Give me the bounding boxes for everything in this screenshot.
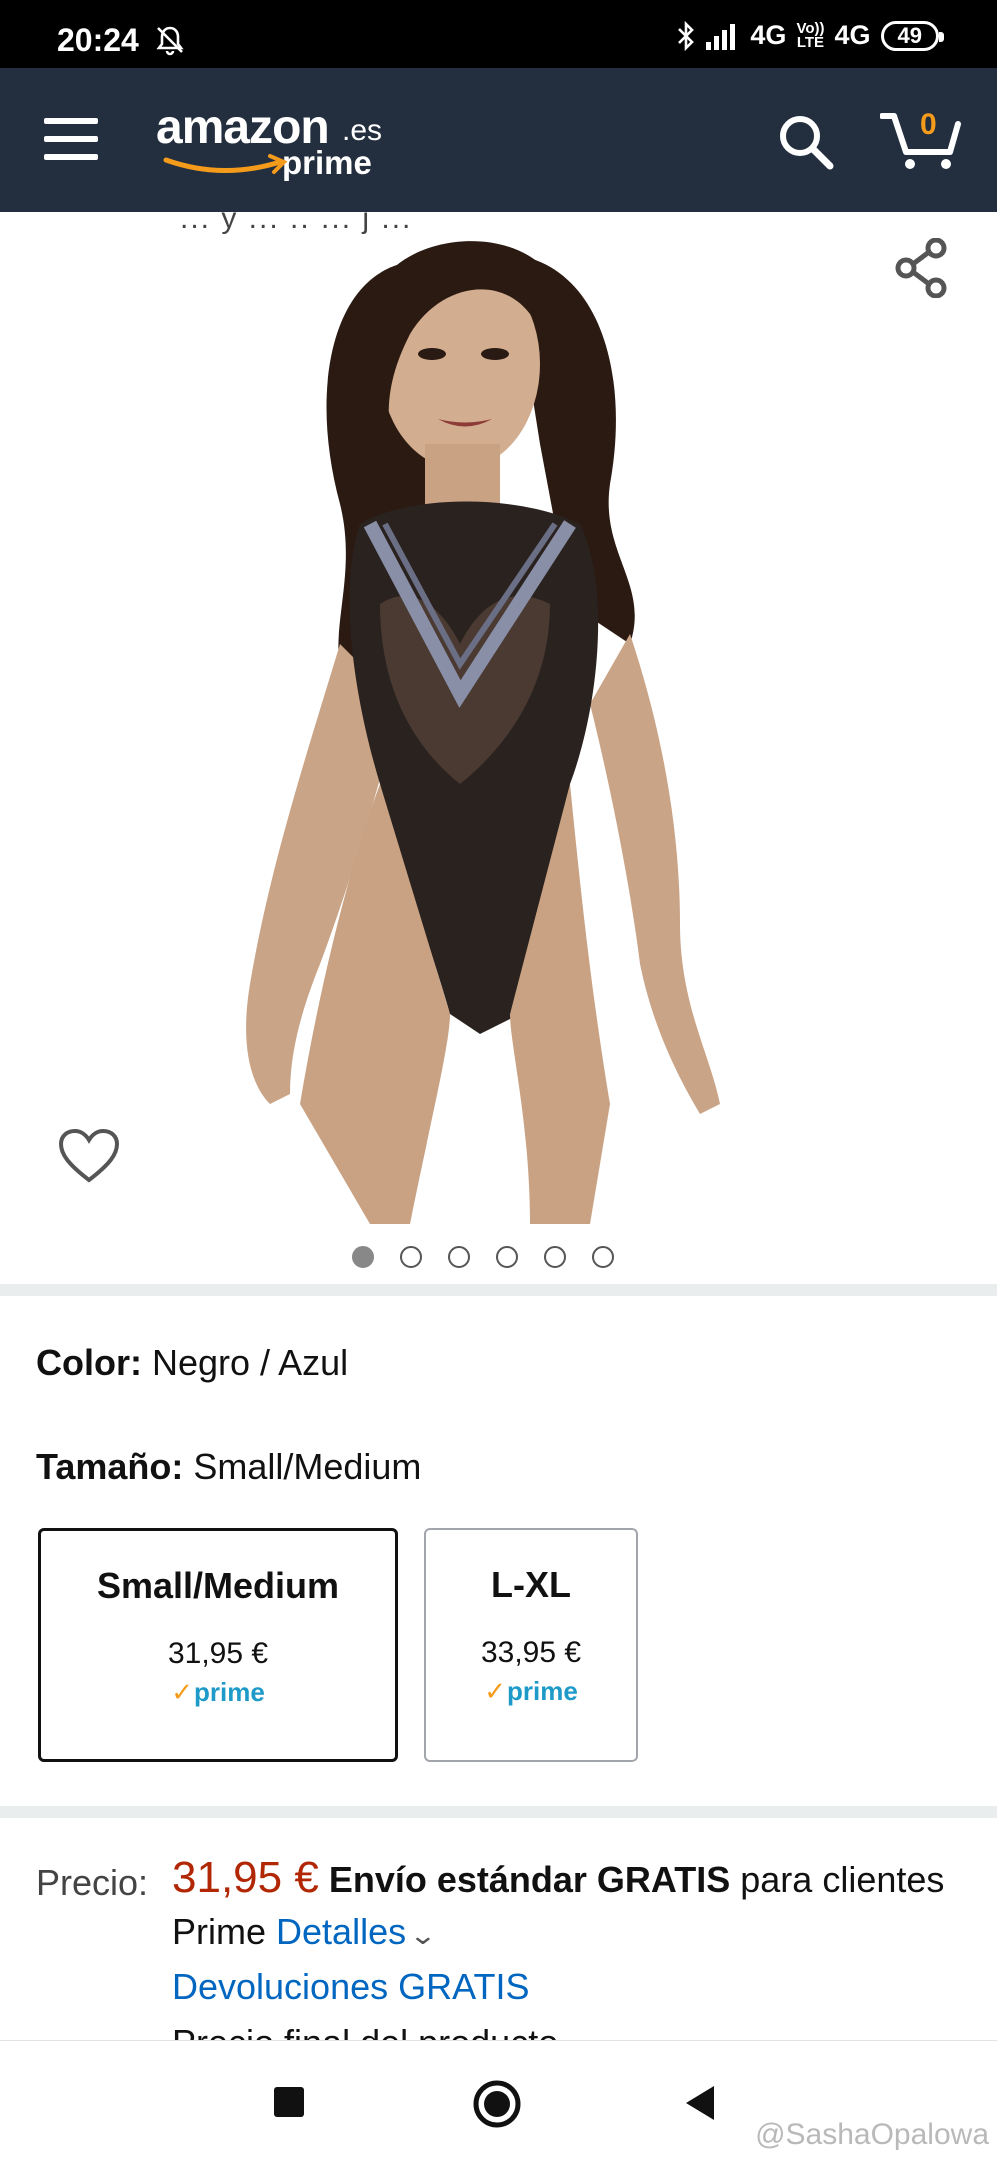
section-divider bbox=[0, 1284, 997, 1296]
color-label: Color: bbox=[36, 1342, 142, 1383]
size-option-small-medium[interactable]: Small/Medium 31,95 € ✓prime bbox=[38, 1528, 398, 1762]
size-option-l-xl[interactable]: L-XL 33,95 € ✓prime bbox=[424, 1528, 638, 1762]
status-bar: 20:24 4G Vo)) LTE 4G 49 bbox=[0, 0, 997, 68]
price-details: 31,95 € Envío estándar GRATIS para clien… bbox=[172, 1852, 972, 2013]
size-option-name: L-XL bbox=[491, 1564, 571, 1605]
price-value: 31,95 € bbox=[172, 1853, 319, 1902]
signal-icon bbox=[706, 23, 736, 50]
pagination-dot-active[interactable] bbox=[351, 1246, 374, 1268]
volte-indicator: Vo)) LTE bbox=[796, 19, 825, 51]
recent-apps-button[interactable] bbox=[274, 2087, 304, 2117]
prime-check-icon: ✓ bbox=[171, 1677, 193, 1707]
amazon-smile-icon bbox=[163, 154, 288, 174]
pagination-dot[interactable] bbox=[447, 1246, 470, 1268]
watermark-text: @SashaOpalowa bbox=[755, 2118, 989, 2151]
price-label: Precio: bbox=[36, 1862, 149, 1903]
size-option-price: 31,95 € bbox=[167, 1637, 269, 1670]
pagination-dot[interactable] bbox=[543, 1246, 566, 1268]
network-type-2: 4G bbox=[834, 20, 871, 50]
cart-count-badge: 0 bbox=[920, 108, 937, 141]
prime-check-icon: ✓ bbox=[484, 1676, 506, 1706]
chevron-down-icon[interactable]: ⌄ bbox=[409, 1909, 437, 1961]
status-time: 20:24 bbox=[57, 22, 139, 58]
color-value: Negro / Azul bbox=[152, 1342, 349, 1383]
logo-domain-text: .es bbox=[342, 114, 383, 147]
back-button[interactable] bbox=[682, 2083, 718, 2123]
network-type-1: 4G bbox=[750, 20, 787, 50]
pagination-dot[interactable] bbox=[495, 1246, 518, 1268]
pagination-dot[interactable] bbox=[399, 1246, 422, 1268]
prime-badge: ✓prime bbox=[171, 1677, 265, 1707]
logo-prime-text: prime bbox=[282, 144, 372, 181]
shipping-free-text: Envío estándar GRATIS bbox=[328, 1859, 731, 1900]
size-value: Small/Medium bbox=[193, 1446, 422, 1487]
pagination-dot[interactable] bbox=[591, 1246, 614, 1268]
product-image-gallery[interactable]: ... y ... .. ... j ... bbox=[0, 212, 997, 1284]
color-attribute: Color: Negro / Azul bbox=[36, 1342, 348, 1384]
heart-wishlist-icon[interactable] bbox=[58, 1128, 120, 1184]
status-icons: 4G Vo)) LTE 4G 49 bbox=[676, 19, 945, 51]
app-header: amazon .es prime 0 bbox=[0, 68, 997, 212]
home-button[interactable] bbox=[472, 2079, 522, 2129]
free-returns-link[interactable]: Devoluciones GRATIS bbox=[172, 1966, 529, 2007]
prime-badge: ✓prime bbox=[484, 1676, 578, 1706]
share-icon[interactable] bbox=[894, 238, 950, 298]
battery-icon: 49 bbox=[880, 20, 945, 51]
size-option-name: Small/Medium bbox=[96, 1565, 340, 1606]
muted-bell-icon bbox=[154, 24, 186, 61]
search-icon[interactable] bbox=[776, 112, 836, 172]
section-divider bbox=[0, 1806, 997, 1818]
image-pagination-dots[interactable] bbox=[0, 1246, 997, 1268]
size-option-price: 33,95 € bbox=[480, 1636, 582, 1669]
amazon-prime-logo[interactable]: amazon .es prime bbox=[156, 100, 386, 190]
hamburger-menu-icon[interactable] bbox=[44, 118, 98, 160]
details-link[interactable]: Detalles bbox=[276, 1911, 406, 1952]
product-image[interactable] bbox=[210, 224, 790, 1224]
size-label: Tamaño: bbox=[36, 1446, 184, 1487]
bluetooth-icon bbox=[678, 20, 695, 51]
size-attribute: Tamaño: Small/Medium bbox=[36, 1446, 421, 1488]
